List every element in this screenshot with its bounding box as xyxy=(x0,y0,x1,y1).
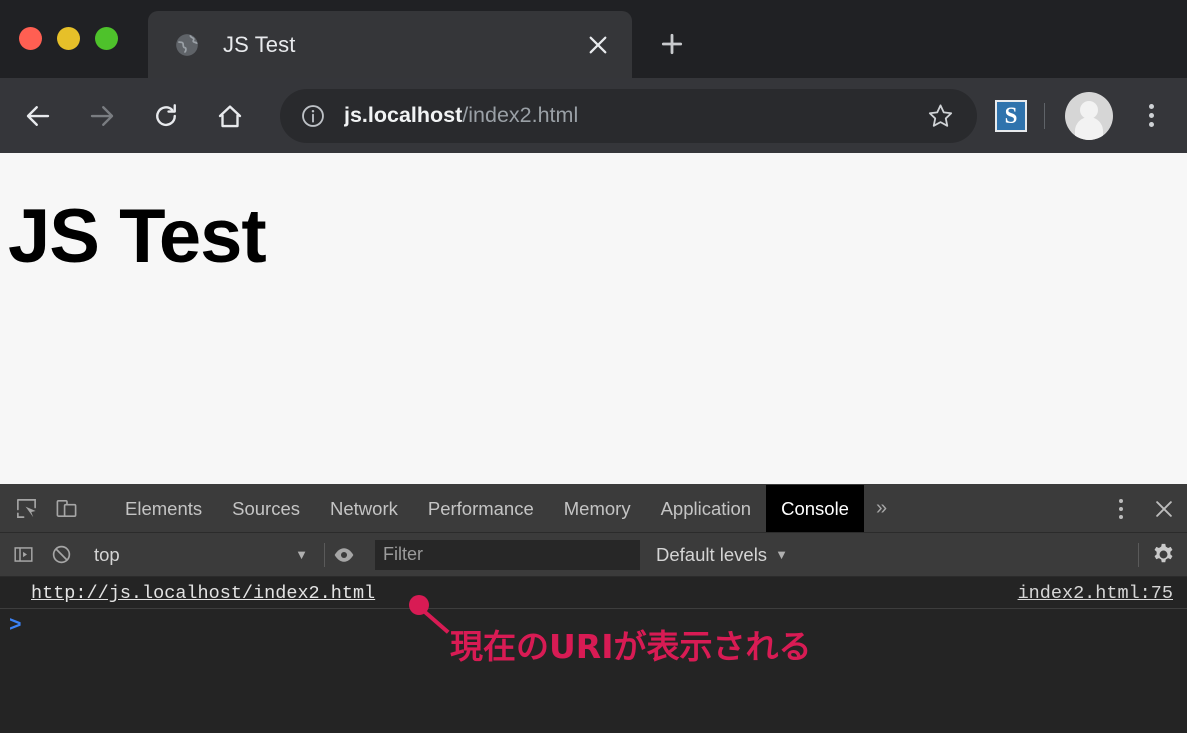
forward-icon[interactable] xyxy=(78,92,126,140)
window-traffic-lights xyxy=(19,27,118,50)
console-message-source-link[interactable]: index2.html:75 xyxy=(1018,583,1173,604)
tab-title: JS Test xyxy=(223,31,296,57)
chevron-down-icon: ▼ xyxy=(295,547,308,562)
url-host: js.localhost xyxy=(344,103,463,127)
log-levels-select[interactable]: Default levels ▼ xyxy=(656,544,794,566)
browser-window: JS Test js.localhost/index2.html S JS Te… xyxy=(0,0,1187,733)
clear-console-icon[interactable] xyxy=(42,544,80,565)
settings-gear-icon[interactable] xyxy=(1139,542,1187,567)
page-viewport: JS Test xyxy=(0,153,1187,484)
kebab-dot xyxy=(1148,122,1154,127)
console-message-row[interactable]: http://js.localhost/index2.html index2.h… xyxy=(0,579,1187,609)
bookmark-star-icon[interactable] xyxy=(917,102,963,129)
address-bar-url: js.localhost/index2.html xyxy=(344,103,917,128)
window-maximize-button[interactable] xyxy=(95,27,118,50)
tab-application[interactable]: Application xyxy=(646,485,767,532)
console-sidebar-icon[interactable] xyxy=(4,544,42,565)
extension-icon[interactable]: S xyxy=(995,99,1027,132)
window-close-button[interactable] xyxy=(19,27,42,50)
kebab-dot xyxy=(1119,498,1123,503)
console-prompt-row[interactable]: > xyxy=(0,609,1187,643)
console-prompt-caret-icon: > xyxy=(9,614,22,638)
site-info-icon[interactable] xyxy=(300,103,326,129)
devtools-tabbar-spacer xyxy=(899,485,1101,532)
chrome-menu-icon[interactable] xyxy=(1131,92,1171,140)
toolbar-divider xyxy=(1044,102,1045,129)
close-icon[interactable] xyxy=(576,23,620,67)
tab-strip: JS Test xyxy=(0,0,1187,78)
avatar[interactable] xyxy=(1065,91,1113,140)
console-filter-input[interactable] xyxy=(375,539,640,570)
kebab-dot xyxy=(1148,113,1154,118)
devtools-menu-icon[interactable] xyxy=(1101,485,1141,532)
devtools-tab-bar: Elements Sources Network Performance Mem… xyxy=(0,485,1187,533)
tab-performance[interactable]: Performance xyxy=(413,485,549,532)
home-icon[interactable] xyxy=(206,92,254,140)
console-output: http://js.localhost/index2.html index2.h… xyxy=(0,579,1187,733)
url-path: /index2.html xyxy=(462,103,579,127)
browser-toolbar: js.localhost/index2.html S xyxy=(0,78,1187,153)
globe-icon xyxy=(174,32,200,58)
kebab-dot xyxy=(1119,506,1123,511)
avatar-body xyxy=(1075,116,1103,140)
execution-context-value: top xyxy=(94,543,120,565)
execution-context-select[interactable]: top ▼ xyxy=(94,540,314,570)
browser-tab[interactable]: JS Test xyxy=(148,11,632,78)
window-minimize-button[interactable] xyxy=(57,27,80,50)
inspect-element-icon[interactable] xyxy=(6,485,46,532)
tab-elements[interactable]: Elements xyxy=(110,485,217,532)
tab-console[interactable]: Console xyxy=(766,485,864,532)
kebab-dot xyxy=(1148,104,1154,109)
device-toolbar-icon[interactable] xyxy=(46,485,86,532)
new-tab-button[interactable] xyxy=(648,20,696,68)
log-levels-value: Default levels xyxy=(656,543,768,565)
more-tabs-icon[interactable]: » xyxy=(864,485,899,532)
devtools-panel: Elements Sources Network Performance Mem… xyxy=(0,484,1187,733)
tab-sources[interactable]: Sources xyxy=(217,485,315,532)
chevron-down-icon: ▼ xyxy=(775,547,788,562)
back-icon[interactable] xyxy=(14,92,62,140)
tab-network[interactable]: Network xyxy=(315,485,413,532)
kebab-dot xyxy=(1119,514,1123,519)
console-message-text[interactable]: http://js.localhost/index2.html xyxy=(31,583,375,604)
console-filter-bar: top ▼ Default levels ▼ xyxy=(0,533,1187,577)
page-title: JS Test xyxy=(8,194,267,279)
devtools-close-icon[interactable] xyxy=(1141,485,1187,532)
reload-icon[interactable] xyxy=(142,92,190,140)
address-bar[interactable]: js.localhost/index2.html xyxy=(280,88,977,143)
live-expression-icon[interactable] xyxy=(325,544,363,566)
tab-memory[interactable]: Memory xyxy=(549,485,646,532)
